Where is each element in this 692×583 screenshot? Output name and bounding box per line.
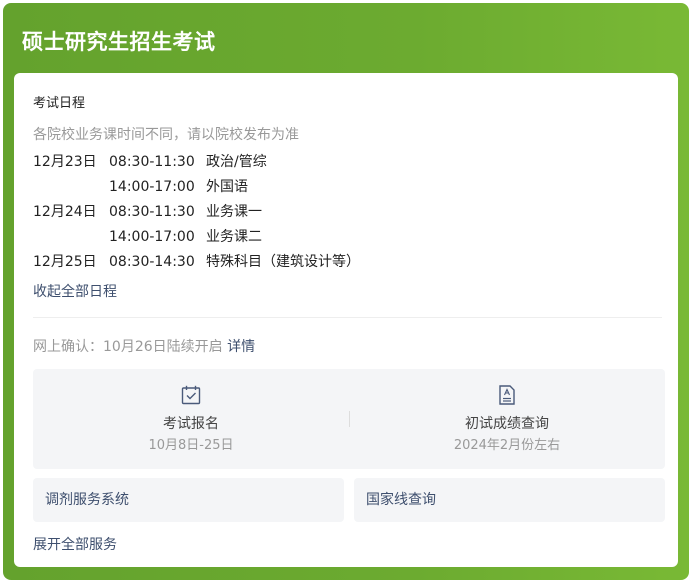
service-grid: 考试报名 10月8日-25日 初试成绩查询 2024年2月份左右 xyxy=(33,369,665,469)
service-subtext: 2024年2月份左右 xyxy=(453,438,561,453)
collapse-schedule-link[interactable]: 收起全部日程 xyxy=(33,281,117,301)
divider xyxy=(33,317,662,318)
schedule-subject: 业务课一 xyxy=(206,204,262,220)
schedule-date: 12月24日 xyxy=(33,204,97,220)
schedule-subject: 外国语 xyxy=(206,179,248,195)
content-card: 考试日程 各院校业务课时间不同，请以院校发布为准 12月23日 08:30-11… xyxy=(14,73,678,567)
national-line-query-button[interactable]: 国家线查询 xyxy=(354,478,665,522)
schedule-time: 14:00-17:00 xyxy=(109,229,195,245)
online-confirm-info: 网上确认：10月26日陆续开启 详情 xyxy=(33,336,255,356)
schedule-notice: 各院校业务课时间不同，请以院校发布为准 xyxy=(33,127,299,143)
expand-services-link[interactable]: 展开全部服务 xyxy=(33,534,117,554)
score-query-service[interactable]: 初试成绩查询 2024年2月份左右 xyxy=(349,369,665,469)
schedule-time: 08:30-11:30 xyxy=(109,204,195,220)
schedule-time: 08:30-11:30 xyxy=(109,154,195,170)
schedule-time: 14:00-17:00 xyxy=(109,179,195,195)
adjustment-service-button[interactable]: 调剂服务系统 xyxy=(33,478,344,522)
document-icon xyxy=(499,385,515,405)
schedule-time: 08:30-14:30 xyxy=(109,254,195,270)
exam-panel: 硕士研究生招生考试 考试日程 各院校业务课时间不同，请以院校发布为准 12月23… xyxy=(3,3,689,580)
service-label: 初试成绩查询 xyxy=(465,416,549,432)
exam-registration-service[interactable]: 考试报名 10月8日-25日 xyxy=(33,369,349,469)
service-label: 考试报名 xyxy=(163,416,219,432)
schedule-date: 12月25日 xyxy=(33,254,97,270)
confirm-detail-link[interactable]: 详情 xyxy=(227,339,255,355)
schedule-subject: 特殊科目（建筑设计等） xyxy=(206,254,360,270)
service-subtext: 10月8日-25日 xyxy=(148,438,234,453)
calendar-check-icon xyxy=(181,385,201,405)
online-confirm-text: 网上确认：10月26日陆续开启 xyxy=(33,339,223,355)
schedule-subject: 业务课二 xyxy=(206,229,262,245)
panel-title: 硕士研究生招生考试 xyxy=(22,30,216,54)
schedule-section-title: 考试日程 xyxy=(33,96,86,111)
schedule-subject: 政治/管综 xyxy=(206,154,267,170)
schedule-date: 12月23日 xyxy=(33,154,97,170)
